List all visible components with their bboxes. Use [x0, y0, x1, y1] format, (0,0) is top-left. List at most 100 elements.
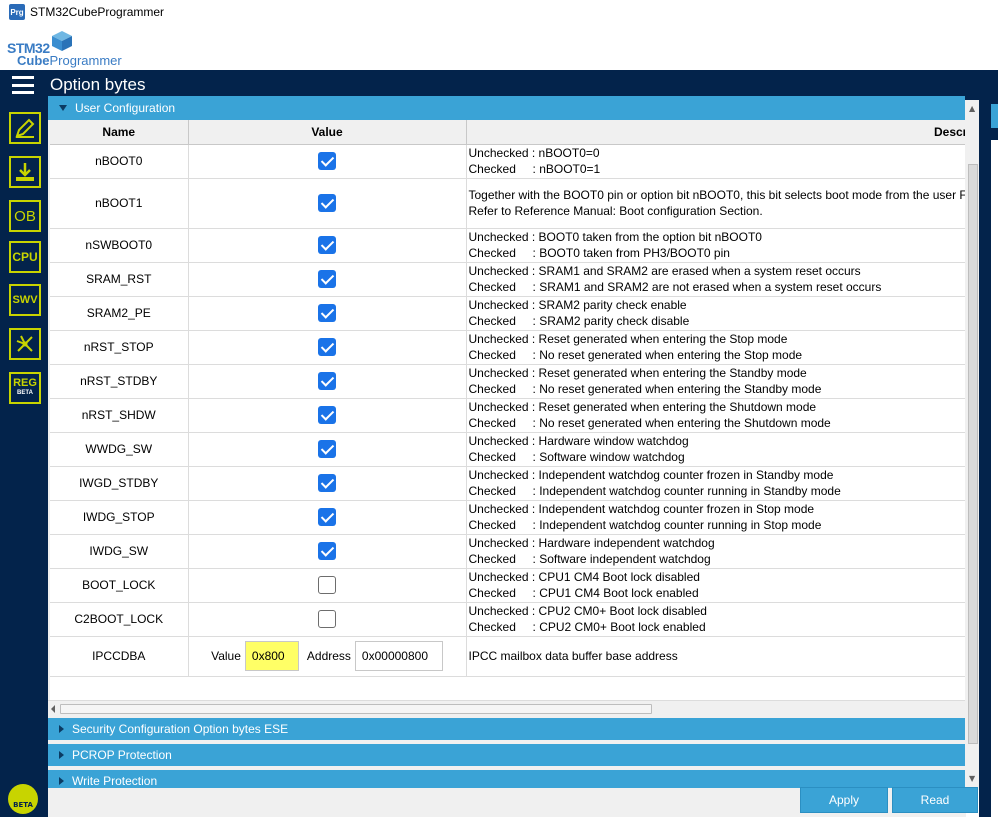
option-checkbox[interactable] [318, 576, 336, 594]
option-name: C2BOOT_LOCK [50, 602, 189, 637]
option-description: Unchecked : Independent watchdog counter… [466, 466, 965, 501]
ipcc-address-field: 0x00000800 [354, 641, 443, 671]
option-description: Unchecked : nBOOT0=0 Checked : nBOOT0=1 [466, 144, 965, 179]
swv-icon: SWV [12, 294, 38, 306]
cube-icon [52, 31, 72, 51]
option-description: Unchecked : Reset generated when enterin… [466, 330, 965, 365]
collapse-arrow-icon [59, 105, 67, 111]
pencil-icon [15, 118, 35, 138]
right-panel-tab[interactable] [991, 104, 998, 128]
expand-arrow-icon [59, 725, 64, 733]
right-panel-edge [991, 140, 998, 817]
sidebar-item-download[interactable] [9, 156, 41, 188]
download-icon [16, 163, 34, 181]
description-line: Unchecked : Reset generated when enterin… [468, 332, 788, 346]
option-name: IWGD_STDBY [50, 466, 189, 501]
user-config-table: Name Value Description nBOOT0 Unchecked :… [50, 120, 965, 700]
option-value-cell [188, 500, 467, 535]
section-title: Write Protection [72, 774, 158, 788]
option-description: IPCC mailbox data buffer base address [466, 636, 965, 677]
page-title: Option bytes [50, 75, 146, 94]
sidebar-item-el[interactable] [9, 328, 41, 360]
table-row: BOOT_LOCK Unchecked : CPU1 CM4 Boot lock … [50, 568, 965, 603]
option-checkbox[interactable] [318, 406, 336, 424]
beta-badge-icon[interactable]: BETA [8, 784, 38, 814]
hamburger-menu-icon[interactable] [12, 76, 34, 94]
description-line: Checked : No reset generated when enteri… [468, 348, 803, 362]
option-checkbox[interactable] [318, 194, 336, 212]
description-line: Checked : BOOT0 taken from PH3/BOOT0 pin [468, 246, 730, 260]
option-value-cell [188, 432, 467, 467]
option-name: nBOOT0 [50, 144, 189, 179]
description-line: Together with the BOOT0 pin or option bi… [468, 188, 966, 202]
value-label: Value [211, 649, 241, 663]
option-description: Unchecked : Reset generated when enterin… [466, 364, 965, 399]
section-security-configuration[interactable]: Security Configuration Option bytes ESE [48, 718, 965, 740]
horizontal-scrollbar[interactable] [48, 700, 965, 716]
option-value-cell [188, 330, 467, 365]
option-name: BOOT_LOCK [50, 568, 189, 603]
sidebar-item-ob[interactable]: OB [9, 200, 41, 232]
scroll-left-icon[interactable] [51, 705, 55, 713]
option-name: nRST_SHDW [50, 398, 189, 433]
option-value-cell [188, 568, 467, 603]
description-line: Checked : No reset generated when enteri… [468, 416, 831, 430]
option-name: SRAM_RST [50, 262, 189, 297]
option-description: Unchecked : Reset generated when enterin… [466, 398, 965, 433]
section-write-protection[interactable]: Write Protection [48, 770, 965, 788]
logo-area: STM32 CubeProgrammer [0, 24, 998, 70]
column-header-name: Name [50, 120, 189, 145]
section-title: User Configuration [75, 101, 176, 115]
option-bytes-panel: User Configuration Name Value Descriptio… [48, 96, 966, 817]
section-user-configuration[interactable]: User Configuration [48, 96, 965, 120]
option-value-cell [188, 534, 467, 569]
option-checkbox[interactable] [318, 440, 336, 458]
description-line: Checked : nBOOT0=1 [468, 162, 601, 176]
option-checkbox[interactable] [318, 236, 336, 254]
vertical-scroll-thumb[interactable] [968, 164, 978, 744]
table-row-ipccdba: IPCCDBA Value 0x800 Address 0x00000800 IPCC m… [50, 636, 965, 677]
sidebar-item-swv[interactable]: SWV [9, 284, 41, 316]
option-checkbox[interactable] [318, 542, 336, 560]
sidebar-item-cpu[interactable]: CPU [9, 241, 41, 273]
description-line: Unchecked : CPU1 CM4 Boot lock disabled [468, 570, 700, 584]
option-checkbox[interactable] [318, 474, 336, 492]
description-line: Checked : CPU2 CM0+ Boot lock enabled [468, 620, 706, 634]
vertical-scrollbar[interactable]: ▲ ▼ [966, 100, 979, 790]
section-pcrop-protection[interactable]: PCROP Protection [48, 744, 965, 766]
option-value-cell [188, 296, 467, 331]
option-checkbox[interactable] [318, 338, 336, 356]
option-description: Unchecked : CPU2 CM0+ Boot lock disabled… [466, 602, 965, 637]
option-checkbox[interactable] [318, 610, 336, 628]
read-button[interactable]: Read [892, 787, 978, 813]
app-icon: Prg [9, 4, 25, 20]
option-checkbox[interactable] [318, 304, 336, 322]
option-description: Unchecked : SRAM2 parity check enable Che… [466, 296, 965, 331]
option-value-cell [188, 228, 467, 263]
description-line: Checked : No reset generated when enteri… [468, 382, 822, 396]
table-row: IWGD_STDBY Unchecked : Independent watchd… [50, 466, 965, 501]
description-line: Unchecked : BOOT0 taken from the option … [468, 230, 762, 244]
option-checkbox[interactable] [318, 372, 336, 390]
scroll-down-icon[interactable]: ▼ [969, 774, 975, 783]
option-value-cell [188, 466, 467, 501]
option-description: Unchecked : Hardware window watchdog Chec… [466, 432, 965, 467]
option-name: IWDG_STOP [50, 500, 189, 535]
right-panel-strip [979, 100, 998, 817]
description-line: Unchecked : SRAM2 parity check enable [468, 298, 687, 312]
horizontal-scroll-thumb[interactable] [60, 704, 652, 714]
option-description: Unchecked : SRAM1 and SRAM2 are erased w… [466, 262, 965, 297]
table-header-row: Name Value Description [50, 120, 965, 145]
scroll-up-icon[interactable]: ▲ [969, 104, 975, 113]
table-filler-row [50, 676, 965, 700]
apply-button[interactable]: Apply [800, 787, 888, 813]
ipcc-value-input[interactable]: 0x800 [244, 641, 299, 671]
option-checkbox[interactable] [318, 270, 336, 288]
option-checkbox[interactable] [318, 152, 336, 170]
sidebar-item-memory-edit[interactable] [9, 112, 41, 144]
sidebar-item-reg[interactable]: REG BETA [9, 372, 41, 404]
table-row: nRST_SHDW Unchecked : Reset generated whe… [50, 398, 965, 433]
logo-cubeprogrammer: CubeProgrammer [17, 53, 122, 68]
app-window: Prg STM32CubeProgrammer STM32 CubeProgra… [0, 0, 998, 817]
option-checkbox[interactable] [318, 508, 336, 526]
